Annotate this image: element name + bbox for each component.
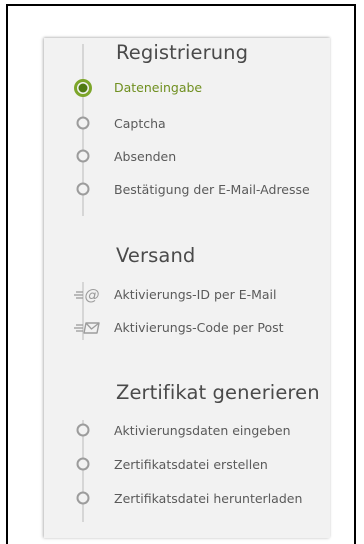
svg-text:@: @ (85, 286, 100, 304)
step-circle-icon (76, 457, 90, 471)
active-step-icon (74, 79, 92, 97)
letter-envelope-icon (74, 322, 100, 334)
step-circle-icon (76, 423, 90, 437)
step-link-download-certificate-file[interactable]: Zertifikatsdatei herunterladen (114, 491, 302, 507)
step-circle-icon (76, 149, 90, 163)
step-circle-icon (76, 182, 90, 196)
step-link-enter-activation-data[interactable]: Aktivierungsdaten eingeben (114, 423, 291, 439)
step-circle-icon (76, 116, 90, 130)
email-at-icon: @ (74, 286, 100, 304)
step-link-create-certificate-file[interactable]: Zertifikatsdatei erstellen (114, 457, 268, 473)
step-link-captcha[interactable]: Captcha (114, 116, 166, 132)
section-title-registration: Registrierung (116, 41, 249, 64)
section-title-certificate: Zertifikat generieren (116, 381, 320, 404)
shipping-link-activation-code-post[interactable]: Aktivierungs-Code per Post (114, 320, 284, 336)
step-circle-icon (76, 491, 90, 505)
section-title-shipping: Versand (116, 244, 196, 267)
step-link-absenden[interactable]: Absenden (114, 149, 176, 165)
step-link-dateneingabe[interactable]: Dateneingabe (114, 80, 202, 96)
step-link-email-confirmation[interactable]: Bestätigung der E-Mail-Adresse (114, 182, 310, 198)
shipping-link-activation-id-email[interactable]: Aktivierungs-ID per E-Mail (114, 287, 277, 303)
